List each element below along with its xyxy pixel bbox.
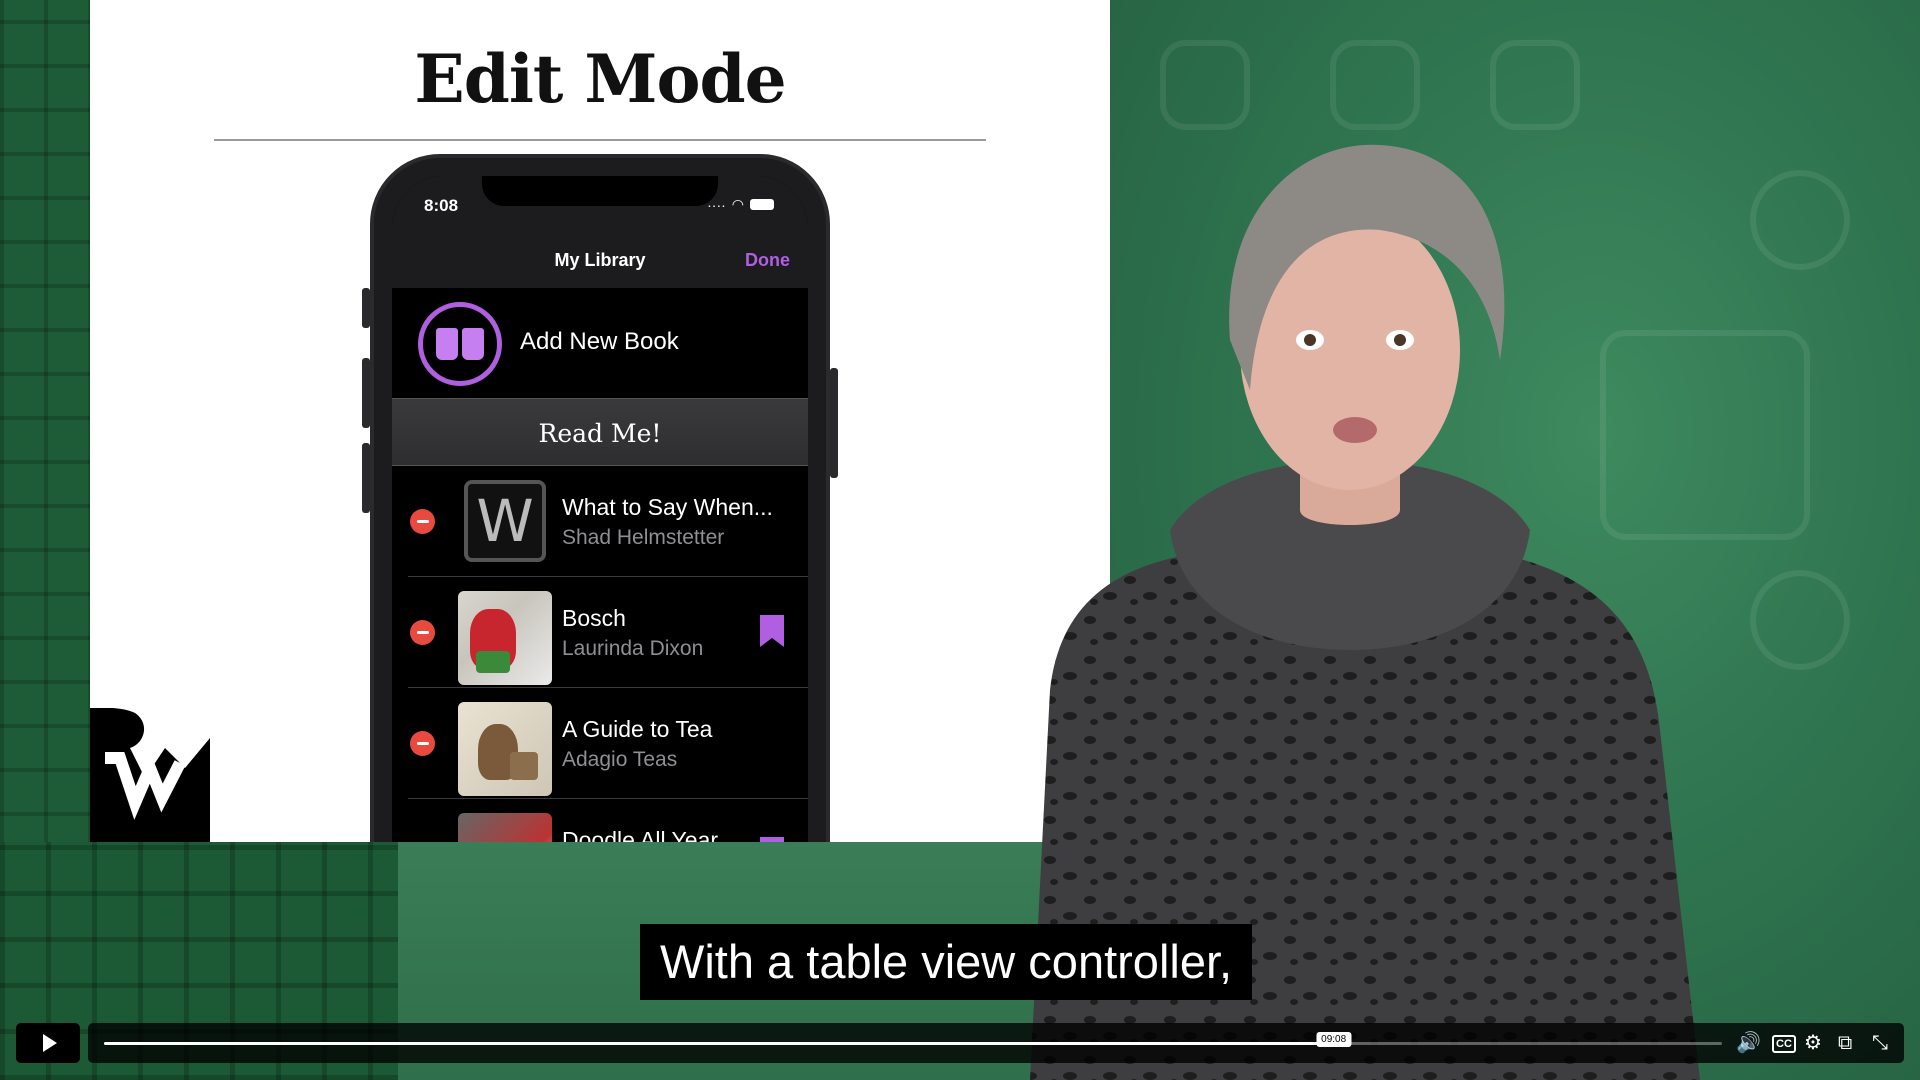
- done-button[interactable]: Done: [745, 250, 790, 271]
- signal-icon: ····: [707, 196, 726, 213]
- add-new-book-label: Add New Book: [520, 328, 679, 355]
- book-author: Laurinda Dixon: [562, 637, 704, 660]
- phone-screen: 8:08 ···· ◠ My Library Done Add New Book: [392, 176, 808, 842]
- section-header: Read Me!: [392, 398, 808, 466]
- phone-side-button: [830, 368, 838, 478]
- book-author: Adagio Teas: [562, 748, 678, 771]
- book-title: A Guide to Tea: [562, 716, 713, 742]
- phone-side-button: [362, 358, 370, 428]
- navigation-bar: My Library Done: [392, 236, 808, 288]
- book-row[interactable]: Bosch Laurinda Dixon: [392, 577, 808, 688]
- bookmark-icon: [760, 615, 784, 647]
- battery-icon: [750, 199, 774, 210]
- iphone-mockup: 8:08 ···· ◠ My Library Done Add New Book: [362, 154, 838, 842]
- book-title: Bosch: [562, 605, 626, 631]
- delete-control-icon[interactable]: [410, 620, 435, 645]
- book-cover: [458, 591, 552, 685]
- book-title: What to Say When...: [562, 494, 773, 520]
- section-title: Read Me!: [538, 419, 662, 448]
- gear-icon[interactable]: ⚙: [1804, 1033, 1822, 1053]
- faint-background-icon: [1750, 570, 1850, 670]
- progress-fill: [104, 1042, 1334, 1045]
- slide-divider: [214, 139, 986, 141]
- book-cover: W: [464, 480, 546, 562]
- control-bar: 09:08 🔊 CC ⚙ ⧉ ⤡: [88, 1023, 1904, 1063]
- faint-background-icon: [1750, 170, 1850, 270]
- open-book-icon: [436, 328, 484, 360]
- volume-icon[interactable]: 🔊: [1736, 1033, 1761, 1053]
- video-subtitle: With a table view controller,: [640, 924, 1253, 1000]
- picture-in-picture-icon[interactable]: ⧉: [1838, 1033, 1852, 1053]
- raywenderlich-logo: [90, 708, 210, 842]
- faint-background-icon: [1160, 40, 1250, 130]
- status-time: 8:08: [424, 196, 459, 215]
- add-new-book-row[interactable]: Add New Book: [392, 288, 808, 398]
- book-row[interactable]: W What to Say When... Shad Helmstetter: [392, 466, 808, 577]
- book-cover: [458, 702, 552, 796]
- delete-control-icon[interactable]: [410, 731, 435, 756]
- play-icon: [43, 1034, 57, 1052]
- exit-fullscreen-icon[interactable]: ⤡: [1872, 1033, 1888, 1053]
- book-author: Shad Helmstetter: [562, 526, 725, 549]
- phone-notch: [482, 176, 718, 206]
- phone-side-button: [362, 443, 370, 513]
- presentation-slide: Edit Mode 8:08 ···· ◠ My Library Done Ad…: [90, 0, 1110, 842]
- add-book-icon: [418, 302, 502, 386]
- book-title: Doodle All Year: [562, 827, 719, 842]
- book-row[interactable]: Doodle All Year: [392, 799, 808, 842]
- video-player-controls: 09:08 🔊 CC ⚙ ⧉ ⤡: [0, 1020, 1920, 1080]
- delete-control-icon[interactable]: [410, 509, 435, 534]
- book-cover: [458, 813, 552, 842]
- book-row[interactable]: A Guide to Tea Adagio Teas: [392, 688, 808, 799]
- status-icons: ···· ◠: [707, 196, 774, 213]
- closed-captions-icon[interactable]: CC: [1772, 1035, 1796, 1053]
- current-time-tooltip: 09:08: [1316, 1032, 1352, 1047]
- phone-side-button: [362, 288, 370, 328]
- faint-background-icon: [1330, 40, 1420, 130]
- progress-bar[interactable]: 09:08: [104, 1032, 1722, 1047]
- play-button[interactable]: [16, 1023, 80, 1063]
- faint-background-icon: [1490, 40, 1580, 130]
- slide-title: Edit Mode: [414, 40, 786, 118]
- status-bar: 8:08 ···· ◠: [392, 176, 808, 236]
- wifi-icon: ◠: [731, 196, 744, 212]
- bookmark-icon: [760, 837, 784, 842]
